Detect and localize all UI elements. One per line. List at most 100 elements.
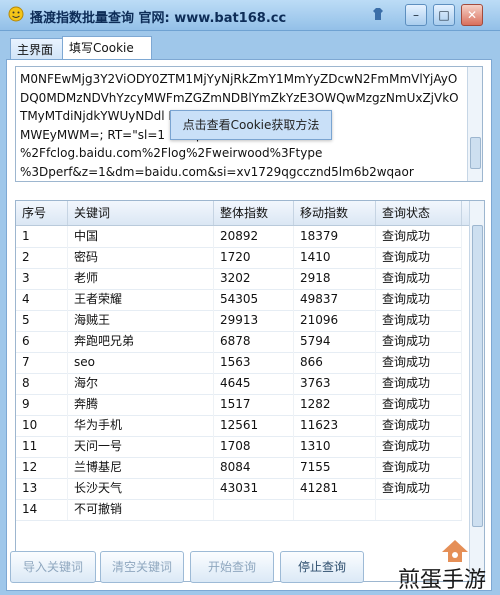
- cell-mobile-index: 2918: [294, 268, 376, 289]
- cell-mobile-index: 49837: [294, 289, 376, 310]
- cell-overall-index: [214, 499, 294, 520]
- cell-status: 查询成功: [376, 310, 462, 331]
- table-scrollbar[interactable]: [469, 201, 484, 581]
- cell-overall-index: 6878: [214, 331, 294, 352]
- cell-mobile-index: 1282: [294, 394, 376, 415]
- cell-index: 7: [16, 352, 68, 373]
- column-header-index[interactable]: 序号: [16, 201, 68, 225]
- cell-mobile-index: 1410: [294, 247, 376, 268]
- cell-mobile-index: 11623: [294, 415, 376, 436]
- cell-status: 查询成功: [376, 352, 462, 373]
- table-row[interactable]: 3 老师 3202 2918 查询成功: [16, 268, 462, 290]
- cell-mobile-index: [294, 499, 376, 520]
- table-row[interactable]: 7 seo 1563 866 查询成功: [16, 352, 462, 374]
- cell-index: 14: [16, 499, 68, 520]
- cell-status: [376, 499, 462, 520]
- cell-overall-index: 1720: [214, 247, 294, 268]
- tab-main[interactable]: 主界面: [10, 38, 70, 61]
- watermark-text: 煎蛋手游: [398, 568, 487, 593]
- cell-keyword: 奔跑吧兄弟: [68, 331, 214, 352]
- table-row[interactable]: 9 奔腾 1517 1282 查询成功: [16, 394, 462, 416]
- close-icon: ✕: [466, 8, 478, 22]
- cell-overall-index: 8084: [214, 457, 294, 478]
- cookie-help-tooltip[interactable]: 点击查看Cookie获取方法: [170, 110, 332, 140]
- cell-status: 查询成功: [376, 331, 462, 352]
- column-header-overall-index[interactable]: 整体指数: [214, 201, 294, 225]
- table-row[interactable]: 8 海尔 4645 3763 查询成功: [16, 373, 462, 395]
- cell-index: 10: [16, 415, 68, 436]
- table-header: 序号 关键词 整体指数 移动指数 查询状态: [16, 201, 476, 226]
- tab-cookie[interactable]: 填写Cookie: [62, 36, 152, 61]
- column-header-keyword[interactable]: 关键词: [68, 201, 214, 225]
- cell-index: 11: [16, 436, 68, 457]
- cell-keyword: 海贼王: [68, 310, 214, 331]
- cell-keyword: 华为手机: [68, 415, 214, 436]
- table-row[interactable]: 5 海贼王 29913 21096 查询成功: [16, 310, 462, 332]
- cell-overall-index: 20892: [214, 226, 294, 247]
- cookie-scrollbar[interactable]: [467, 67, 482, 181]
- cell-status: 查询成功: [376, 373, 462, 394]
- stop-query-button[interactable]: 停止查询: [280, 551, 364, 583]
- cell-status: 查询成功: [376, 289, 462, 310]
- cell-status: 查询成功: [376, 268, 462, 289]
- cell-index: 2: [16, 247, 68, 268]
- start-query-button[interactable]: 开始查询: [190, 551, 274, 583]
- cell-index: 5: [16, 310, 68, 331]
- column-header-mobile-index[interactable]: 移动指数: [294, 201, 376, 225]
- close-button[interactable]: ✕: [461, 4, 483, 26]
- cell-mobile-index: 866: [294, 352, 376, 373]
- import-keywords-button[interactable]: 导入关键词: [10, 551, 96, 583]
- cell-keyword: 密码: [68, 247, 214, 268]
- cell-status: 查询成功: [376, 415, 462, 436]
- cell-keyword: seo: [68, 352, 214, 373]
- maximize-icon: □: [438, 8, 450, 22]
- table-row[interactable]: 2 密码 1720 1410 查询成功: [16, 247, 462, 269]
- cell-overall-index: 43031: [214, 478, 294, 499]
- clear-keywords-button[interactable]: 清空关键词: [100, 551, 184, 583]
- cell-overall-index: 1563: [214, 352, 294, 373]
- skin-icon[interactable]: [368, 4, 388, 24]
- table-row[interactable]: 6 奔跑吧兄弟 6878 5794 查询成功: [16, 331, 462, 353]
- table-row[interactable]: 4 王者荣耀 54305 49837 查询成功: [16, 289, 462, 311]
- window-title: 搔渡指数批量查询 官网: www.bat168.cc: [30, 11, 287, 26]
- cell-mobile-index: 3763: [294, 373, 376, 394]
- table-row[interactable]: 1 中国 20892 18379 查询成功: [16, 226, 462, 248]
- title-bar: 搔渡指数批量查询 官网: www.bat168.cc – □ ✕: [0, 0, 500, 31]
- cell-keyword: 长沙天气: [68, 478, 214, 499]
- cell-mobile-index: 21096: [294, 310, 376, 331]
- cell-keyword: 中国: [68, 226, 214, 247]
- table-row[interactable]: 14 不可撤销: [16, 499, 462, 521]
- cell-status: 查询成功: [376, 457, 462, 478]
- cell-index: 8: [16, 373, 68, 394]
- cell-overall-index: 3202: [214, 268, 294, 289]
- cell-index: 13: [16, 478, 68, 499]
- cell-keyword: 王者荣耀: [68, 289, 214, 310]
- cell-keyword: 不可撤销: [68, 499, 214, 520]
- cell-mobile-index: 5794: [294, 331, 376, 352]
- column-header-status[interactable]: 查询状态: [376, 201, 462, 225]
- cell-index: 12: [16, 457, 68, 478]
- table-row[interactable]: 11 天问一号 1708 1310 查询成功: [16, 436, 462, 458]
- table-row[interactable]: 13 长沙天气 43031 41281 查询成功: [16, 478, 462, 500]
- minimize-icon: –: [413, 8, 419, 22]
- table-row[interactable]: 12 兰博基尼 8084 7155 查询成功: [16, 457, 462, 479]
- cell-keyword: 兰博基尼: [68, 457, 214, 478]
- cell-status: 查询成功: [376, 478, 462, 499]
- watermark-logo: [442, 540, 468, 562]
- cell-mobile-index: 1310: [294, 436, 376, 457]
- cookie-scroll-thumb[interactable]: [470, 137, 481, 169]
- maximize-button[interactable]: □: [433, 4, 455, 26]
- table-row[interactable]: 10 华为手机 12561 11623 查询成功: [16, 415, 462, 437]
- cell-keyword: 天问一号: [68, 436, 214, 457]
- table-scroll-thumb[interactable]: [472, 225, 483, 527]
- cell-keyword: 奔腾: [68, 394, 214, 415]
- cell-overall-index: 12561: [214, 415, 294, 436]
- cell-index: 6: [16, 331, 68, 352]
- cell-overall-index: 54305: [214, 289, 294, 310]
- minimize-button[interactable]: –: [405, 4, 427, 26]
- keyword-table: 序号 关键词 整体指数 移动指数 查询状态 1 中国 20892 18379 查询成功 2…: [15, 200, 485, 582]
- cell-overall-index: 4645: [214, 373, 294, 394]
- cell-index: 9: [16, 394, 68, 415]
- cell-index: 3: [16, 268, 68, 289]
- cell-index: 1: [16, 226, 68, 247]
